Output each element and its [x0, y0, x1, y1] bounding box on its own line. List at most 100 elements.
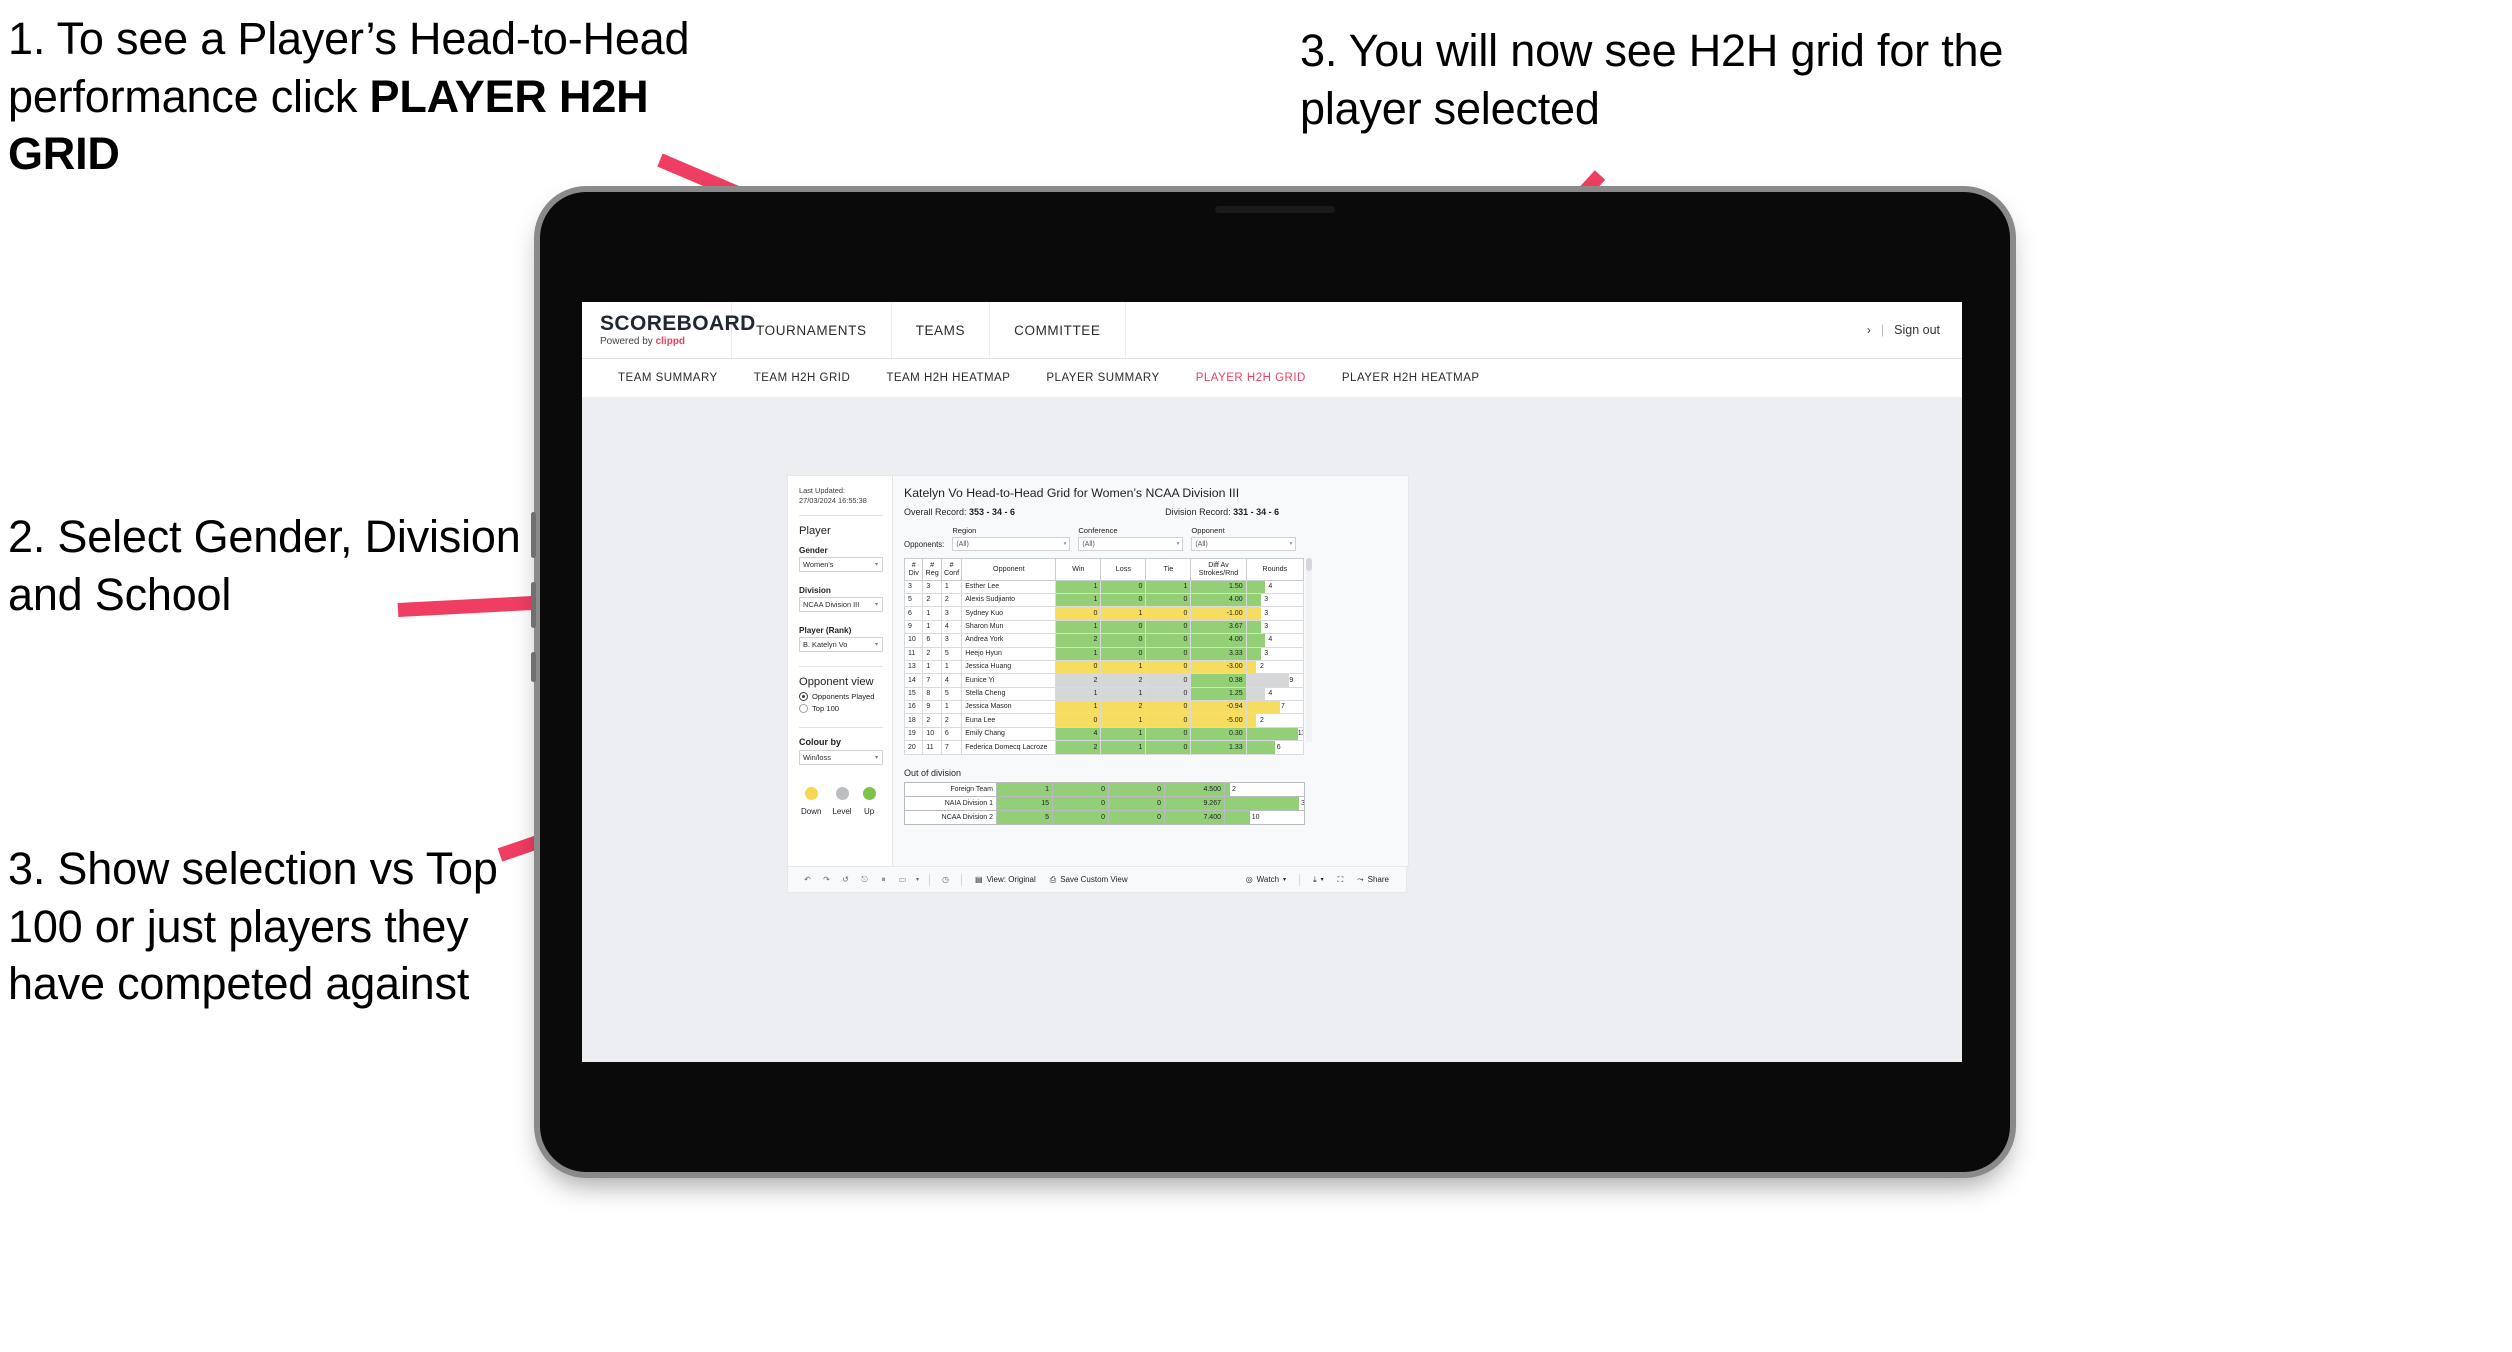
table-row[interactable]: 5 2 2 Alexis Sudjianto 1 0 0 4.00 3 [903, 592, 1305, 608]
col-header-8[interactable]: Rounds [1245, 558, 1305, 581]
chevron-down-icon[interactable]: ▾ [912, 876, 923, 883]
nav-teams[interactable]: TEAMS [892, 302, 991, 358]
cell-loss: 0 [1100, 579, 1147, 594]
col-header-0[interactable]: # Div [903, 558, 924, 581]
subnav-team-summary[interactable]: TEAM SUMMARY [600, 372, 736, 384]
rounds-value: 3 [1264, 609, 1269, 617]
subnav-player-h2h-heatmap[interactable]: PLAYER H2H HEATMAP [1324, 372, 1498, 384]
pause-refresh-icon[interactable]: ⏸ [874, 875, 893, 885]
table-row[interactable]: 18 2 2 Euna Lee 0 1 0 -5.00 2 [903, 713, 1305, 728]
cell-opponent: Heejo Hyun [961, 646, 1057, 661]
logo-sub-brand: clippd [655, 336, 686, 347]
logo-wordmark: SCOREBOARD [600, 312, 756, 335]
cell-loss: 1 [1100, 726, 1147, 742]
col-header-2[interactable]: # Conf [940, 558, 963, 581]
col-header-7[interactable]: Diff Av Strokes/Rnd [1190, 558, 1247, 581]
radio-top-100[interactable]: Top 100 [799, 704, 883, 714]
overall-record: Overall Record: 353 - 34 - 6 [904, 507, 1015, 517]
region-select[interactable]: (All) ▾ [952, 537, 1071, 551]
table-row[interactable]: 6 1 3 Sydney Kuo 0 1 0 -1.00 3 [903, 606, 1305, 621]
list-item[interactable]: NCAA Division 2 5 0 0 7.400 10 [904, 809, 1305, 825]
cell-opponent: Alexis Sudjianto [961, 592, 1057, 608]
rounds-value: 4 [1268, 582, 1273, 590]
cell-loss: 2 [1100, 673, 1147, 688]
subnav-player-h2h-grid[interactable]: PLAYER H2H GRID [1178, 372, 1324, 384]
cell-diff-av-strokes-rnd: 1.33 [1190, 740, 1247, 755]
save-view-icon: ⎙ [1049, 874, 1057, 884]
list-item[interactable]: NAIA Division 115009.26730 [904, 795, 1305, 811]
cell-diff-av-strokes-rnd: 0.38 [1190, 673, 1247, 688]
undo-icon[interactable]: ↶ [798, 875, 817, 884]
table-scrollbar[interactable] [1306, 558, 1312, 742]
table-row[interactable]: 15 8 5 Stella Cheng 1 1 0 1.25 4 [903, 686, 1305, 702]
sign-out-link[interactable]: Sign out [1894, 323, 1940, 337]
watch-button[interactable]: ◎ Watch ▾ [1239, 875, 1293, 884]
col-header-1[interactable]: # Reg [922, 558, 942, 581]
rounds-bar [1247, 661, 1256, 673]
tablet-side-button-1[interactable] [531, 512, 536, 558]
view-original-button[interactable]: ▤ View: Original [968, 875, 1043, 884]
table-row[interactable]: 10 6 3 Andrea York 2 0 0 4.00 4 [903, 633, 1305, 648]
tablet-side-button-2[interactable] [531, 582, 536, 628]
save-custom-view-button[interactable]: ⎙ Save Custom View [1043, 875, 1135, 885]
divider [799, 515, 883, 517]
history-icon[interactable]: ◷ [936, 875, 955, 884]
subnav-team-h2h-heatmap[interactable]: TEAM H2H HEATMAP [868, 372, 1028, 384]
revert-icon[interactable]: ↺ [836, 875, 855, 884]
radio-opponents-played[interactable]: Opponents Played [799, 692, 883, 702]
scrollbar-thumb[interactable] [1306, 558, 1312, 571]
chevron-down-icon: ▾ [1063, 541, 1067, 547]
device-preview-icon[interactable]: ▭ [893, 875, 912, 884]
sub-navigation: TEAM SUMMARY TEAM H2H GRID TEAM H2H HEAT… [582, 359, 1962, 398]
filters-panel: Last Updated: 27/03/2024 16:55:38 Player… [788, 476, 893, 866]
watch-icon: ◎ [1245, 875, 1253, 884]
cell--conf: 3 [940, 633, 963, 648]
table-row[interactable]: 3 3 1 Esther Lee 1 0 1 1.50 4 [903, 579, 1305, 594]
cell-win: 0 [1055, 713, 1102, 728]
opponent-select[interactable]: (All) ▾ [1191, 537, 1297, 551]
subnav-player-summary[interactable]: PLAYER SUMMARY [1028, 372, 1177, 384]
cell-diff-av-strokes-rnd: 4.00 [1190, 592, 1247, 608]
download-button[interactable]: ⤓ ▾ [1306, 875, 1331, 885]
cell-opponent: Esther Lee [961, 579, 1057, 594]
table-row[interactable]: 16 9 1 Jessica Mason 1 2 0 -0.94 7 [903, 700, 1305, 715]
col-header-5[interactable]: Loss [1100, 558, 1147, 581]
table-row[interactable]: 14 7 4 Eunice Yi 2 2 0 0.38 9 [903, 673, 1305, 688]
conference-select[interactable]: (All) ▾ [1078, 537, 1184, 551]
table-row[interactable]: 20 11 7 Federica Domecq Lacroze 2 1 0 1.33 6 [903, 740, 1305, 755]
table-row[interactable]: 9 1 4 Sharon Mun 1 0 0 3.67 3 [903, 619, 1305, 635]
col-header-4[interactable]: Win [1055, 558, 1102, 581]
cell--conf: 4 [940, 619, 963, 635]
cell-opponent: Euna Lee [961, 713, 1057, 728]
tablet-side-button-3[interactable] [531, 652, 536, 682]
division-select[interactable]: NCAA Division III ▾ [799, 597, 883, 613]
subnav-team-h2h-grid[interactable]: TEAM H2H GRID [736, 372, 869, 384]
chevron-right-icon[interactable]: › [1867, 323, 1871, 337]
legend-level: Level [832, 787, 852, 816]
share-button[interactable]: ⤳ Share [1350, 875, 1396, 885]
col-header-3[interactable]: Opponent [961, 558, 1057, 581]
cell-loss: 0 [1100, 646, 1147, 661]
table-row[interactable]: 11 2 5 Heejo Hyun 1 0 0 3.33 3 [903, 646, 1305, 661]
toolbar-divider [1299, 873, 1301, 886]
fullscreen-button[interactable]: ⛶ [1331, 875, 1351, 885]
cell--div: 14 [903, 673, 924, 688]
colour-by-select[interactable]: Win/loss ▾ [799, 750, 883, 766]
cell-opponent: Eunice Yi [961, 673, 1057, 688]
chevron-down-icon: ▾ [874, 755, 878, 762]
cell--div: 16 [903, 700, 924, 715]
table-row[interactable]: 13 1 1 Jessica Huang 0 1 0 -3.00 2 [903, 659, 1305, 675]
nav-committee[interactable]: COMMITTEE [990, 302, 1126, 358]
player-rank-select[interactable]: B. Katelyn Vo ▾ [799, 637, 883, 653]
redo-icon[interactable]: ↷ [817, 875, 836, 884]
cell-diff-av-strokes-rnd: -1.00 [1190, 606, 1247, 621]
nav-tournaments[interactable]: TOURNAMENTS [732, 302, 892, 358]
list-item[interactable]: Foreign Team 1 0 0 4.500 2 [904, 781, 1305, 797]
legend-up-label: Up [863, 807, 875, 817]
rounds-value: 7 [1281, 703, 1285, 711]
col-header-6[interactable]: Tie [1145, 558, 1192, 581]
refresh-data-icon[interactable]: ⎋ [855, 875, 874, 885]
table-row[interactable]: 19106Emily Chang4100.3011 [903, 726, 1305, 742]
gender-select[interactable]: Women's ▾ [799, 557, 883, 573]
scoreboard-logo[interactable]: SCOREBOARD Powered by clippd [582, 302, 756, 358]
